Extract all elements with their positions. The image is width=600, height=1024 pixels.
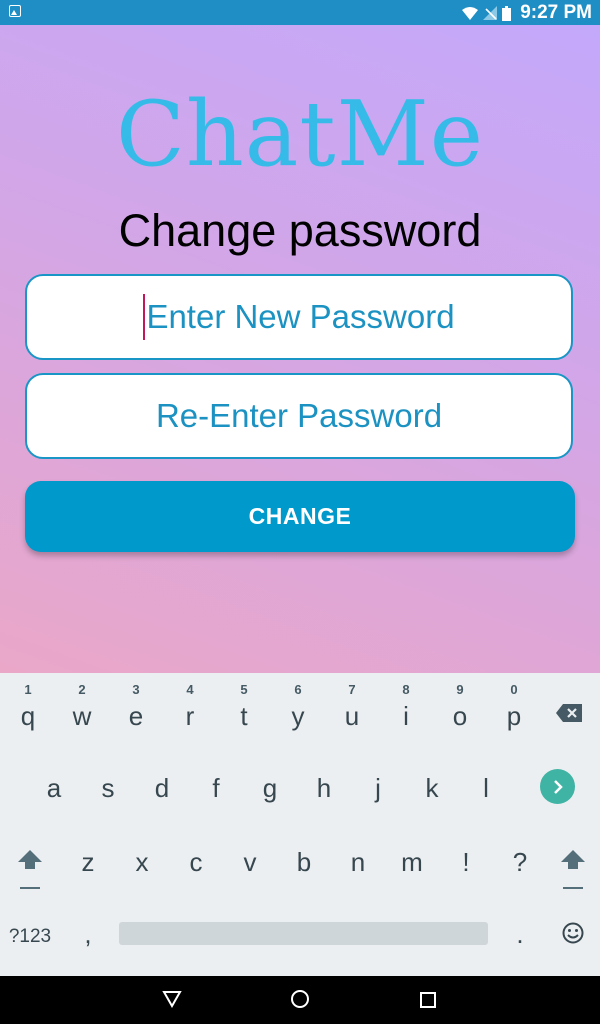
go-icon[interactable] [540,769,575,804]
spacebar[interactable] [119,922,488,945]
shift-icon-right[interactable] [560,849,586,896]
key-p[interactable]: 0p [487,683,541,732]
navigation-bar [0,976,600,1024]
key-g[interactable]: g [243,773,297,803]
key-y[interactable]: 6y [271,683,325,732]
key-n[interactable]: n [331,847,385,877]
key-h[interactable]: h [297,773,351,803]
status-icons: 9:27 PM [462,2,592,24]
symbols-key[interactable]: ?123 [2,922,58,952]
soft-keyboard: 1q 2w 3e 4r 5t 6y 7u 8i 9o 0p a s d f g … [0,673,600,976]
key-a[interactable]: a [27,773,81,803]
signal-icon [483,6,498,20]
key-i[interactable]: 8i [379,683,433,732]
home-icon[interactable] [290,989,310,1014]
wifi-icon [462,6,479,20]
text-cursor [143,294,146,340]
key-s[interactable]: s [81,773,135,803]
key-q[interactable]: 1q [1,683,55,732]
key-b[interactable]: b [277,847,331,877]
status-time: 9:27 PM [520,2,592,23]
key-k[interactable]: k [405,773,459,803]
image-icon [9,5,21,17]
change-button[interactable]: CHANGE [25,481,575,552]
battery-icon [502,5,512,21]
key-l[interactable]: l [459,773,513,803]
emoji-icon[interactable] [562,922,584,949]
key-v[interactable]: v [223,847,277,877]
key-o[interactable]: 9o [433,683,487,732]
key-period[interactable]: . [493,919,547,949]
key-c[interactable]: c [169,847,223,877]
reenter-password-placeholder: Re-Enter Password [155,397,443,434]
page-title: Change password [118,205,482,256]
key-comma[interactable]: , [61,919,115,949]
key-m[interactable]: m [385,847,439,877]
back-icon[interactable] [162,990,182,1013]
status-bar: 9:27 PM [0,0,600,25]
key-e[interactable]: 3e [109,683,163,732]
key-d[interactable]: d [135,773,189,803]
shift-icon[interactable] [17,849,43,896]
key-question[interactable]: ? [493,847,547,877]
reenter-password-field[interactable]: Re-Enter Password [25,373,573,459]
recents-icon[interactable] [420,992,436,1013]
key-z[interactable]: z [61,847,115,877]
key-w[interactable]: 2w [55,683,109,732]
new-password-placeholder: Enter New Password [146,298,455,335]
change-password-screen: ChatMe Change password Enter New Passwor… [0,25,600,673]
backspace-icon[interactable] [555,703,583,728]
key-exclamation[interactable]: ! [439,847,493,877]
app-logo: ChatMe [115,82,485,187]
key-f[interactable]: f [189,773,243,803]
key-u[interactable]: 7u [325,683,379,732]
key-x[interactable]: x [115,847,169,877]
key-r[interactable]: 4r [163,683,217,732]
key-t[interactable]: 5t [217,683,271,732]
key-j[interactable]: j [351,773,405,803]
new-password-field[interactable]: Enter New Password [25,274,573,360]
